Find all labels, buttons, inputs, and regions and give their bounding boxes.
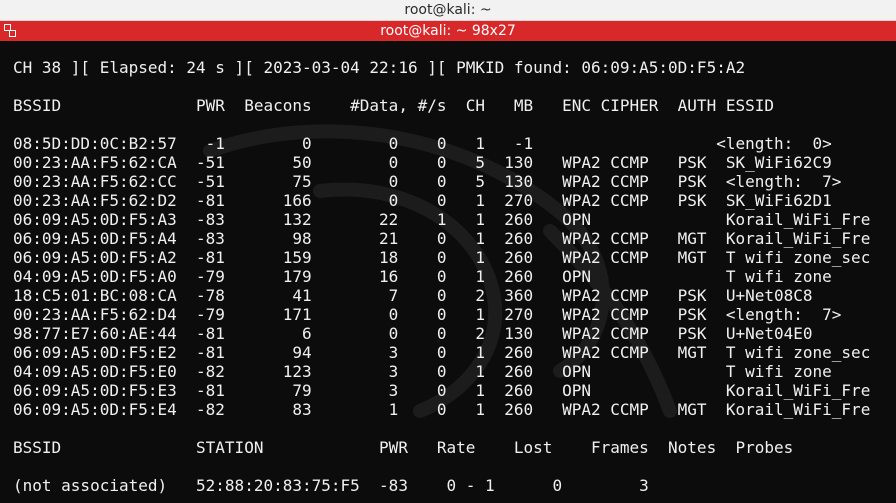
ap-table-row: 00:23:AA:F5:62:D4 -79 171 0 0 1 270 WPA2… xyxy=(13,305,842,324)
terminal-title: root@kali: ~ 98x27 xyxy=(380,23,516,39)
terminal-output: CH 38 ][ Elapsed: 24 s ][ 2023-03-04 22:… xyxy=(13,58,896,495)
ap-table-row: 98:77:E7:60:AE:44 -81 6 0 0 2 130 WPA2 C… xyxy=(13,324,813,343)
window-title: root@kali: ~ xyxy=(404,2,492,18)
terminal-title-bar[interactable]: root@kali: ~ 98x27 xyxy=(0,21,896,41)
ap-table-row: 00:23:AA:F5:62:CC -51 75 0 0 5 130 WPA2 … xyxy=(13,172,842,191)
window-title-bar[interactable]: root@kali: ~ xyxy=(0,0,896,21)
ap-table-row: 06:09:A5:0D:F5:E2 -81 94 3 0 1 260 WPA2 … xyxy=(13,343,871,362)
ap-table-row: 04:09:A5:0D:F5:A0 -79 179 16 0 1 260 OPN… xyxy=(13,267,832,286)
status-line: CH 38 ][ Elapsed: 24 s ][ 2023-03-04 22:… xyxy=(13,58,746,77)
station-table-header: BSSID STATION PWR Rate Lost Frames Notes… xyxy=(13,438,794,457)
ap-table-row: 06:09:A5:0D:F5:A4 -83 98 21 0 1 260 WPA2… xyxy=(13,229,871,248)
ap-table-row: 00:23:AA:F5:62:CA -51 50 0 0 5 130 WPA2 … xyxy=(13,153,832,172)
ap-table-row: 04:09:A5:0D:F5:E0 -82 123 3 0 1 260 OPN … xyxy=(13,362,832,381)
ap-table-row: 00:23:AA:F5:62:D2 -81 166 0 0 1 270 WPA2… xyxy=(13,191,832,210)
ap-table-row: 06:09:A5:0D:F5:A2 -81 159 18 0 1 260 WPA… xyxy=(13,248,871,267)
ap-table: 08:5D:DD:0C:B2:57 -1 0 0 0 1 -1 <length:… xyxy=(13,134,896,419)
station-table-row: (not associated) 52:88:20:83:75:F5 -83 0… xyxy=(13,476,649,495)
ap-table-row: 06:09:A5:0D:F5:A3 -83 132 22 1 1 260 OPN… xyxy=(13,210,871,229)
station-table: (not associated) 52:88:20:83:75:F5 -83 0… xyxy=(13,476,896,495)
ap-table-header: BSSID PWR Beacons #Data, #/s CH MB ENC C… xyxy=(13,96,774,115)
ap-table-row: 06:09:A5:0D:F5:E4 -82 83 1 0 1 260 WPA2 … xyxy=(13,400,871,419)
terminal-window-icon[interactable] xyxy=(4,24,16,37)
ap-table-row: 18:C5:01:BC:08:CA -78 41 7 0 2 360 WPA2 … xyxy=(13,286,813,305)
terminal-area[interactable]: CH 38 ][ Elapsed: 24 s ][ 2023-03-04 22:… xyxy=(0,41,896,503)
ap-table-row: 06:09:A5:0D:F5:E3 -81 79 3 0 1 260 OPN K… xyxy=(13,381,871,400)
ap-table-row: 08:5D:DD:0C:B2:57 -1 0 0 0 1 -1 <length:… xyxy=(13,134,832,153)
